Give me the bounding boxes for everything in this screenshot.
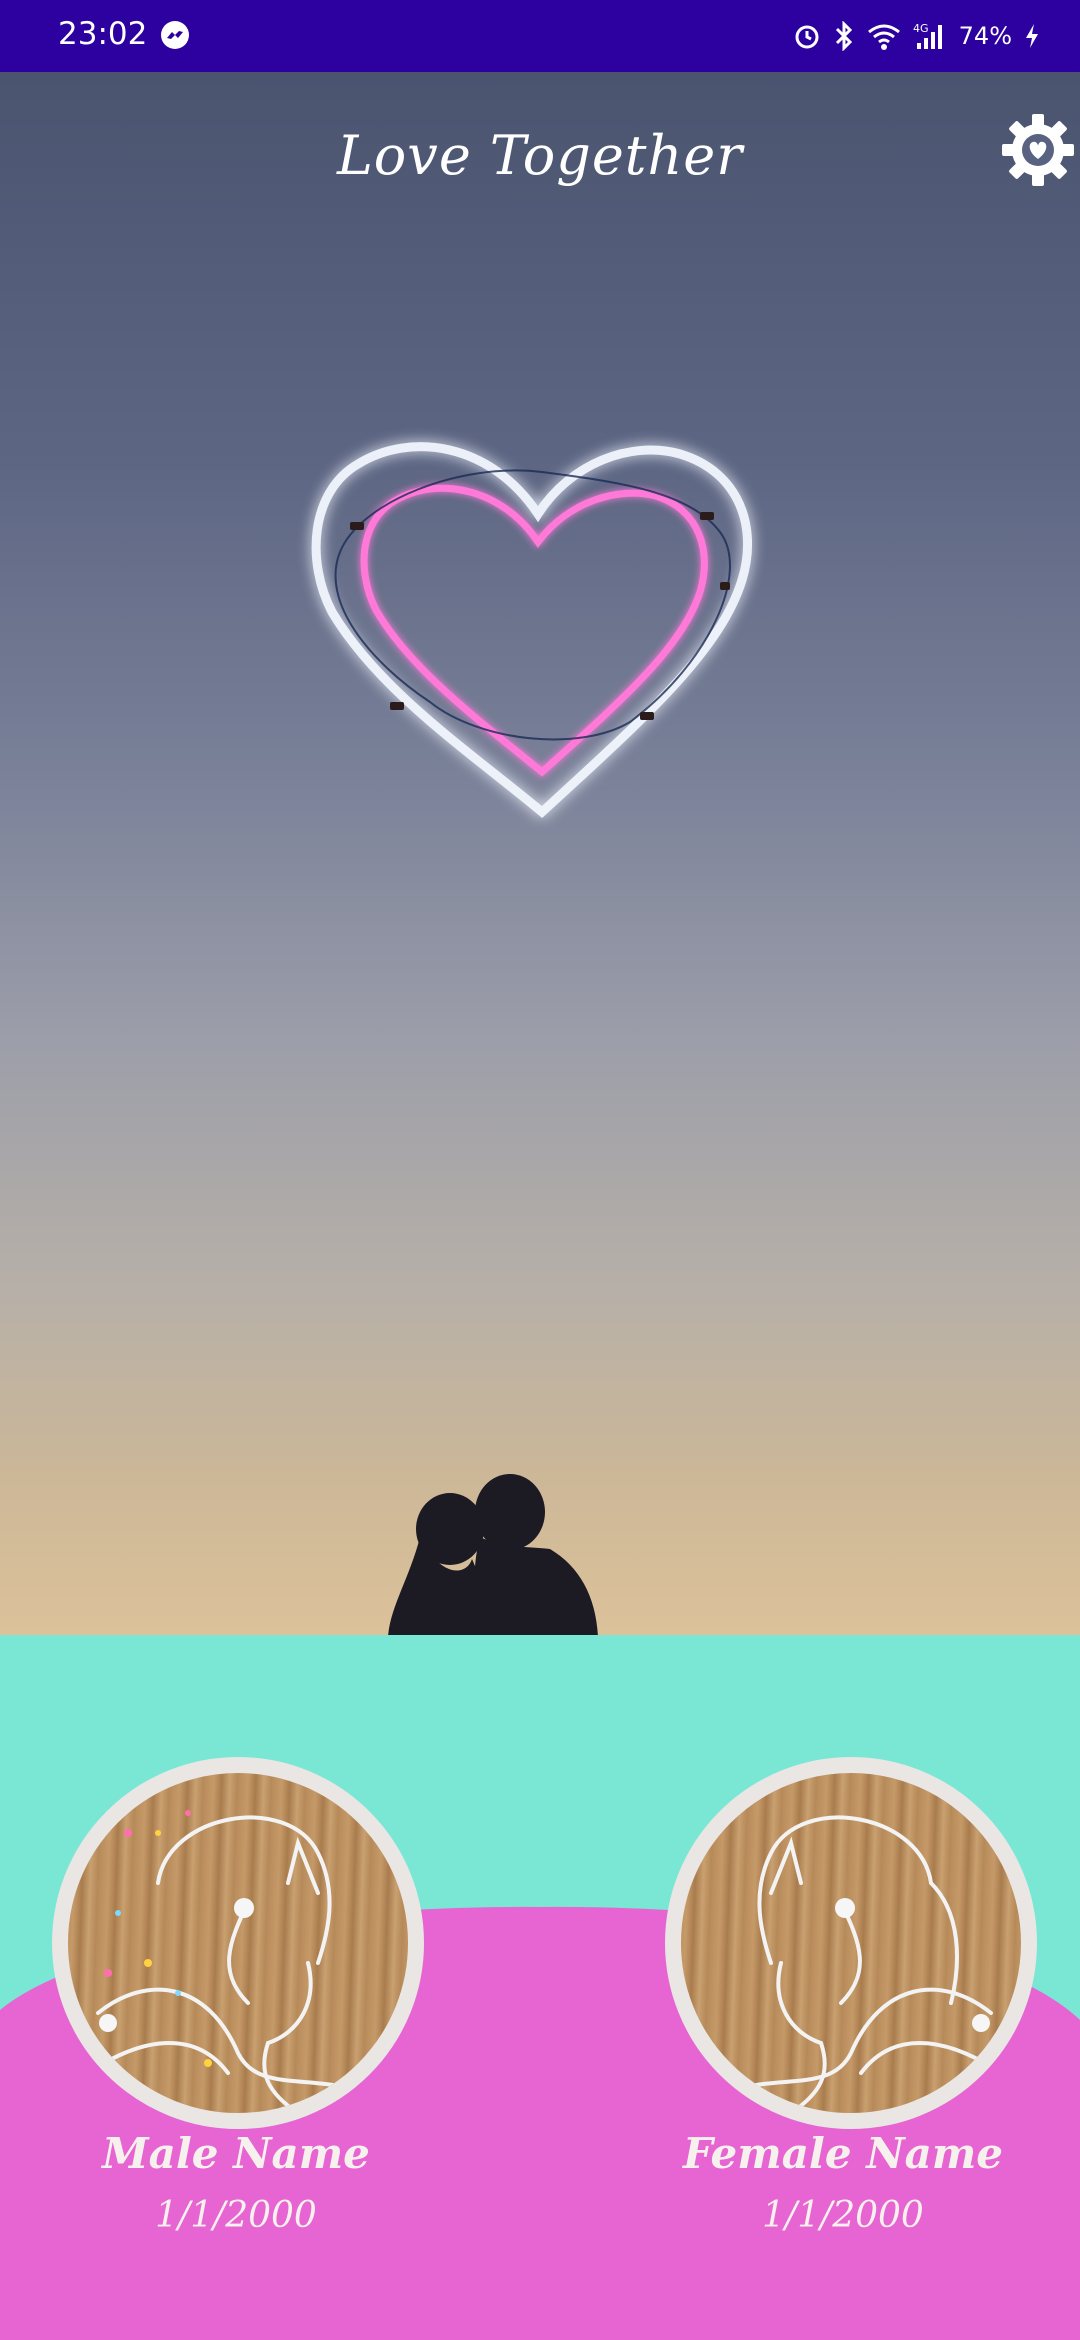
settings-button[interactable] [1000,112,1076,188]
male-name[interactable]: Male Name [46,2129,426,2178]
male-date[interactable]: 1/1/2000 [46,2195,426,2236]
gear-heart-icon [1002,114,1074,186]
male-avatar[interactable] [52,1757,424,2129]
messenger-icon [160,20,190,50]
female-avatar[interactable] [665,1757,1037,2129]
female-date[interactable]: 1/1/2000 [653,2195,1033,2236]
alarm-icon [793,22,821,50]
female-headphones-art [719,1815,1003,2113]
hero-background: Love Together [0,72,1080,1635]
battery-level: 74% [958,22,1012,50]
app-title: Love Together [336,124,744,187]
female-name[interactable]: Female Name [653,2129,1033,2178]
male-headphones-art [86,1810,370,2113]
couple-silhouette [388,1474,598,1635]
profiles-section: Male Name 1/1/2000 Female Name 1/1/2000 [0,1635,1080,2340]
status-bar: 23:02 4G 74% [0,0,1080,72]
signal-4g-icon: 4G [913,21,947,51]
status-icons: 4G 74% [793,14,1040,58]
charging-icon [1024,22,1040,50]
wifi-icon [867,22,901,50]
bluetooth-icon [833,21,855,51]
status-time: 23:02 [58,16,148,52]
svg-text:4G: 4G [913,22,929,35]
neon-heart-icon [311,442,753,818]
